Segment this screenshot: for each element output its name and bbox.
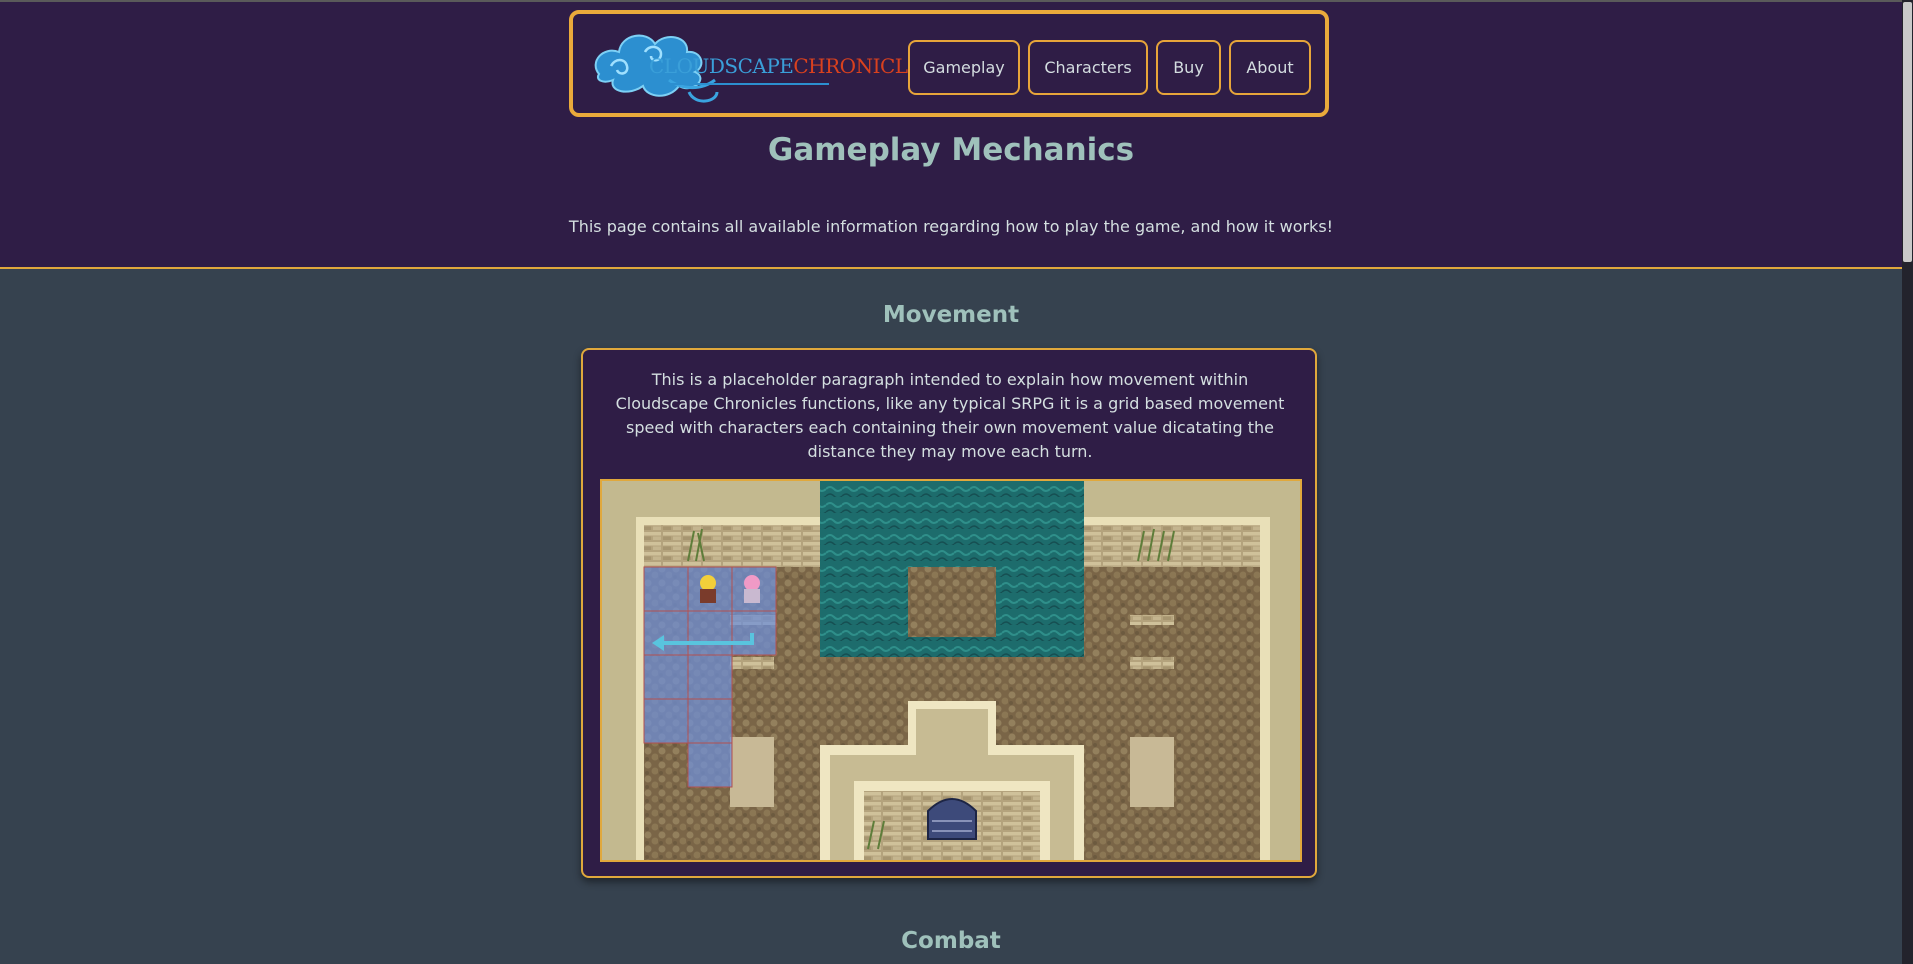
map-illustration <box>602 481 1300 860</box>
section-title-combat: Combat <box>901 928 1001 954</box>
scrollbar-thumb[interactable] <box>1903 2 1912 262</box>
movement-card: This is a placeholder paragraph intended… <box>581 348 1317 878</box>
character-sprite-blonde <box>700 575 716 603</box>
page-scrollbar[interactable] <box>1902 0 1913 964</box>
section-title-movement: Movement <box>882 302 1020 328</box>
character-sprite-pink <box>744 575 760 603</box>
nav-buy-button[interactable]: Buy <box>1156 40 1221 95</box>
site-logo[interactable]: CLOUDSCAPECHRONICLES <box>589 22 935 106</box>
movement-description: This is a placeholder paragraph intended… <box>615 370 1285 461</box>
page-intro: This page contains all available informa… <box>568 217 1334 236</box>
nav-characters-button[interactable]: Characters <box>1028 40 1148 95</box>
nav-about-button[interactable]: About <box>1229 40 1311 95</box>
hero-header: CLOUDSCAPECHRONICLES Gameplay Characters… <box>0 2 1902 269</box>
navbar: CLOUDSCAPECHRONICLES Gameplay Characters… <box>569 10 1329 117</box>
page-title: Gameplay Mechanics <box>767 132 1135 168</box>
nav-gameplay-button[interactable]: Gameplay <box>908 40 1020 95</box>
movement-grid-map-image <box>600 479 1302 862</box>
logo-text-cloudscape: CLOUDSCAPE <box>649 54 794 78</box>
logo-wordmark: CLOUDSCAPECHRONICLES <box>649 54 935 78</box>
